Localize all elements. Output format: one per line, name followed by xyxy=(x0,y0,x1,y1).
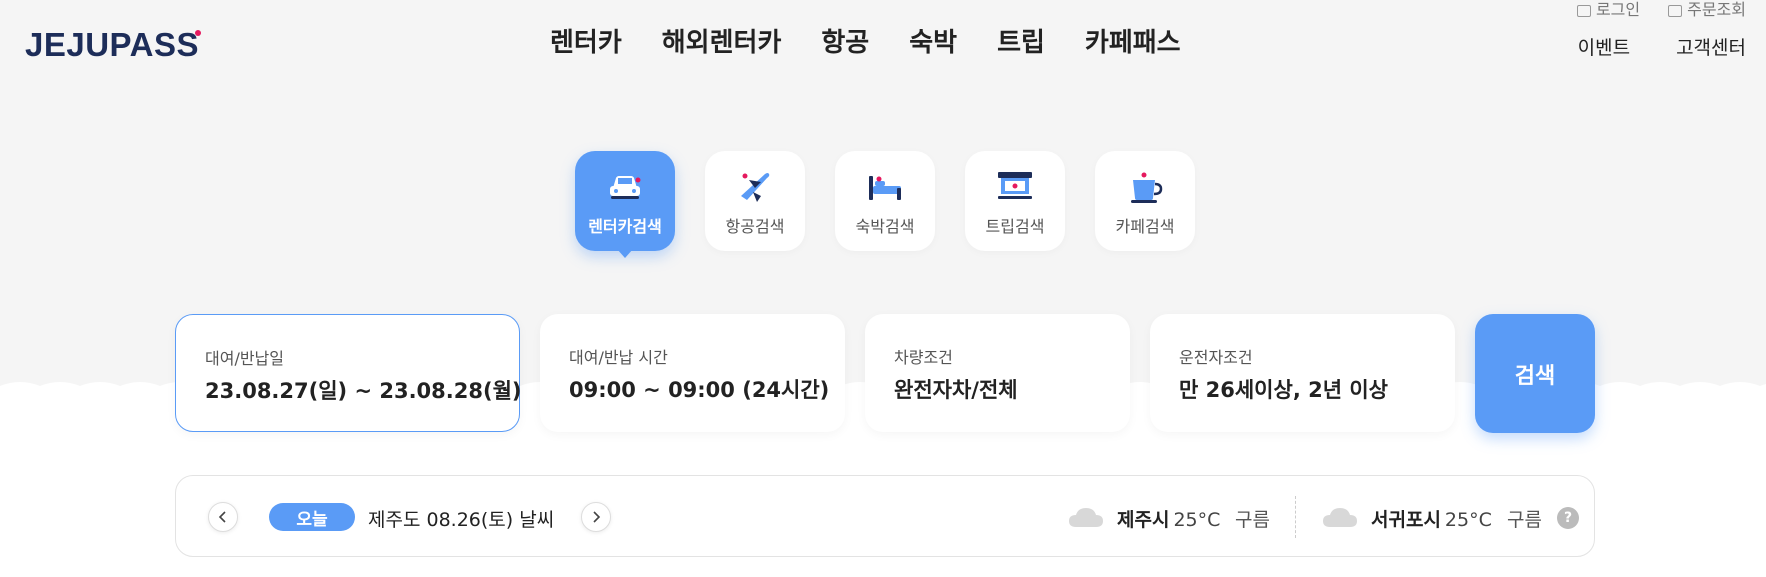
cloud-icon xyxy=(1323,508,1357,527)
tab-label: 트립검색 xyxy=(985,217,1045,236)
tab-label: 렌터카검색 xyxy=(588,217,662,236)
vehicle-condition-field[interactable]: 차량조건 완전자차/전체 xyxy=(865,314,1130,432)
rental-time-field[interactable]: 대여/반납 시간 09:00 ~ 09:00 (24시간) xyxy=(540,314,845,432)
util-bottom-links: 이벤트 고객센터 xyxy=(1578,33,1746,60)
chevron-right-icon xyxy=(593,511,601,523)
field-value: 만 26세이상, 2년 이상 xyxy=(1179,378,1388,402)
lock-icon xyxy=(1668,4,1683,17)
event-link[interactable]: 이벤트 xyxy=(1578,33,1630,60)
field-label: 차량조건 xyxy=(894,348,953,367)
field-value: 완전자차/전체 xyxy=(894,378,1018,402)
city-condition: 구름 xyxy=(1507,509,1542,531)
tab-flight-search[interactable]: 항공검색 xyxy=(705,151,805,251)
city-name: 제주시 xyxy=(1117,509,1170,531)
login-link[interactable]: 로그인 xyxy=(1576,0,1640,20)
rental-dates-field[interactable]: 대여/반납일 23.08.27(일) ~ 23.08.28(월) xyxy=(175,314,522,432)
city-condition: 구름 xyxy=(1235,509,1270,531)
seogwipo-city-weather: 서귀포시 25°C xyxy=(1371,505,1492,532)
main-nav: 렌터카 해외렌터카 항공 숙박 트립 카페패스 xyxy=(550,22,1221,59)
nav-overseas-rentcar[interactable]: 해외렌터카 xyxy=(662,22,782,59)
tab-rentcar-search[interactable]: 렌터카검색 xyxy=(575,151,675,251)
field-value: 09:00 ~ 09:00 (24시간) xyxy=(569,378,830,402)
jeju-city-weather: 제주시 25°C xyxy=(1117,505,1220,532)
today-badge: 오늘 xyxy=(269,503,355,531)
nav-trip[interactable]: 트립 xyxy=(997,22,1045,59)
nav-cafepass[interactable]: 카페패스 xyxy=(1085,22,1181,59)
tab-label: 카페검색 xyxy=(1115,217,1175,236)
search-button[interactable]: 검색 xyxy=(1475,314,1595,433)
city-name: 서귀포시 xyxy=(1371,509,1441,531)
weather-date: 제주도 08.26(토) 날씨 xyxy=(368,509,555,531)
weather-bar: 오늘 제주도 08.26(토) 날씨 제주시 25°C 구름 서귀포시 25°C 구… xyxy=(175,475,1595,557)
chevron-left-icon xyxy=(218,511,226,523)
field-label: 운전자조건 xyxy=(1179,348,1253,367)
orders-link[interactable]: 주문조회 xyxy=(1668,0,1746,20)
logo-dot xyxy=(195,30,201,36)
weather-divider xyxy=(1295,496,1296,538)
util-top-links: 로그인 주문조회 xyxy=(1576,0,1746,20)
ticket-icon xyxy=(998,172,1032,199)
city-temp: 25°C xyxy=(1444,509,1492,531)
jejupass-logo[interactable]: JEJUPASS xyxy=(25,26,199,64)
nav-stay[interactable]: 숙박 xyxy=(909,22,957,59)
cloud-icon xyxy=(1069,508,1103,527)
active-tab-pointer xyxy=(617,249,633,258)
next-day-button[interactable] xyxy=(581,502,611,532)
tab-label: 항공검색 xyxy=(725,217,785,236)
tab-cafe-search[interactable]: 카페검색 xyxy=(1095,151,1195,251)
login-icon xyxy=(1576,4,1591,17)
field-label: 대여/반납일 xyxy=(205,349,284,368)
tab-trip-search[interactable]: 트립검색 xyxy=(965,151,1065,251)
cup-icon xyxy=(1131,172,1163,203)
nav-flight[interactable]: 항공 xyxy=(821,22,869,59)
help-icon[interactable]: ? xyxy=(1557,507,1579,529)
city-temp: 25°C xyxy=(1173,509,1221,531)
driver-condition-field[interactable]: 운전자조건 만 26세이상, 2년 이상 xyxy=(1150,314,1455,432)
field-label: 대여/반납 시간 xyxy=(569,348,668,367)
support-link[interactable]: 고객센터 xyxy=(1676,33,1746,60)
tab-stay-search[interactable]: 숙박검색 xyxy=(835,151,935,251)
nav-rentcar[interactable]: 렌터카 xyxy=(550,22,622,59)
bed-icon xyxy=(869,176,901,200)
airplane-icon xyxy=(741,173,770,202)
prev-day-button[interactable] xyxy=(208,502,238,532)
field-value: 23.08.27(일) ~ 23.08.28(월) xyxy=(205,379,522,403)
car-icon xyxy=(610,176,641,199)
tab-label: 숙박검색 xyxy=(855,217,915,236)
